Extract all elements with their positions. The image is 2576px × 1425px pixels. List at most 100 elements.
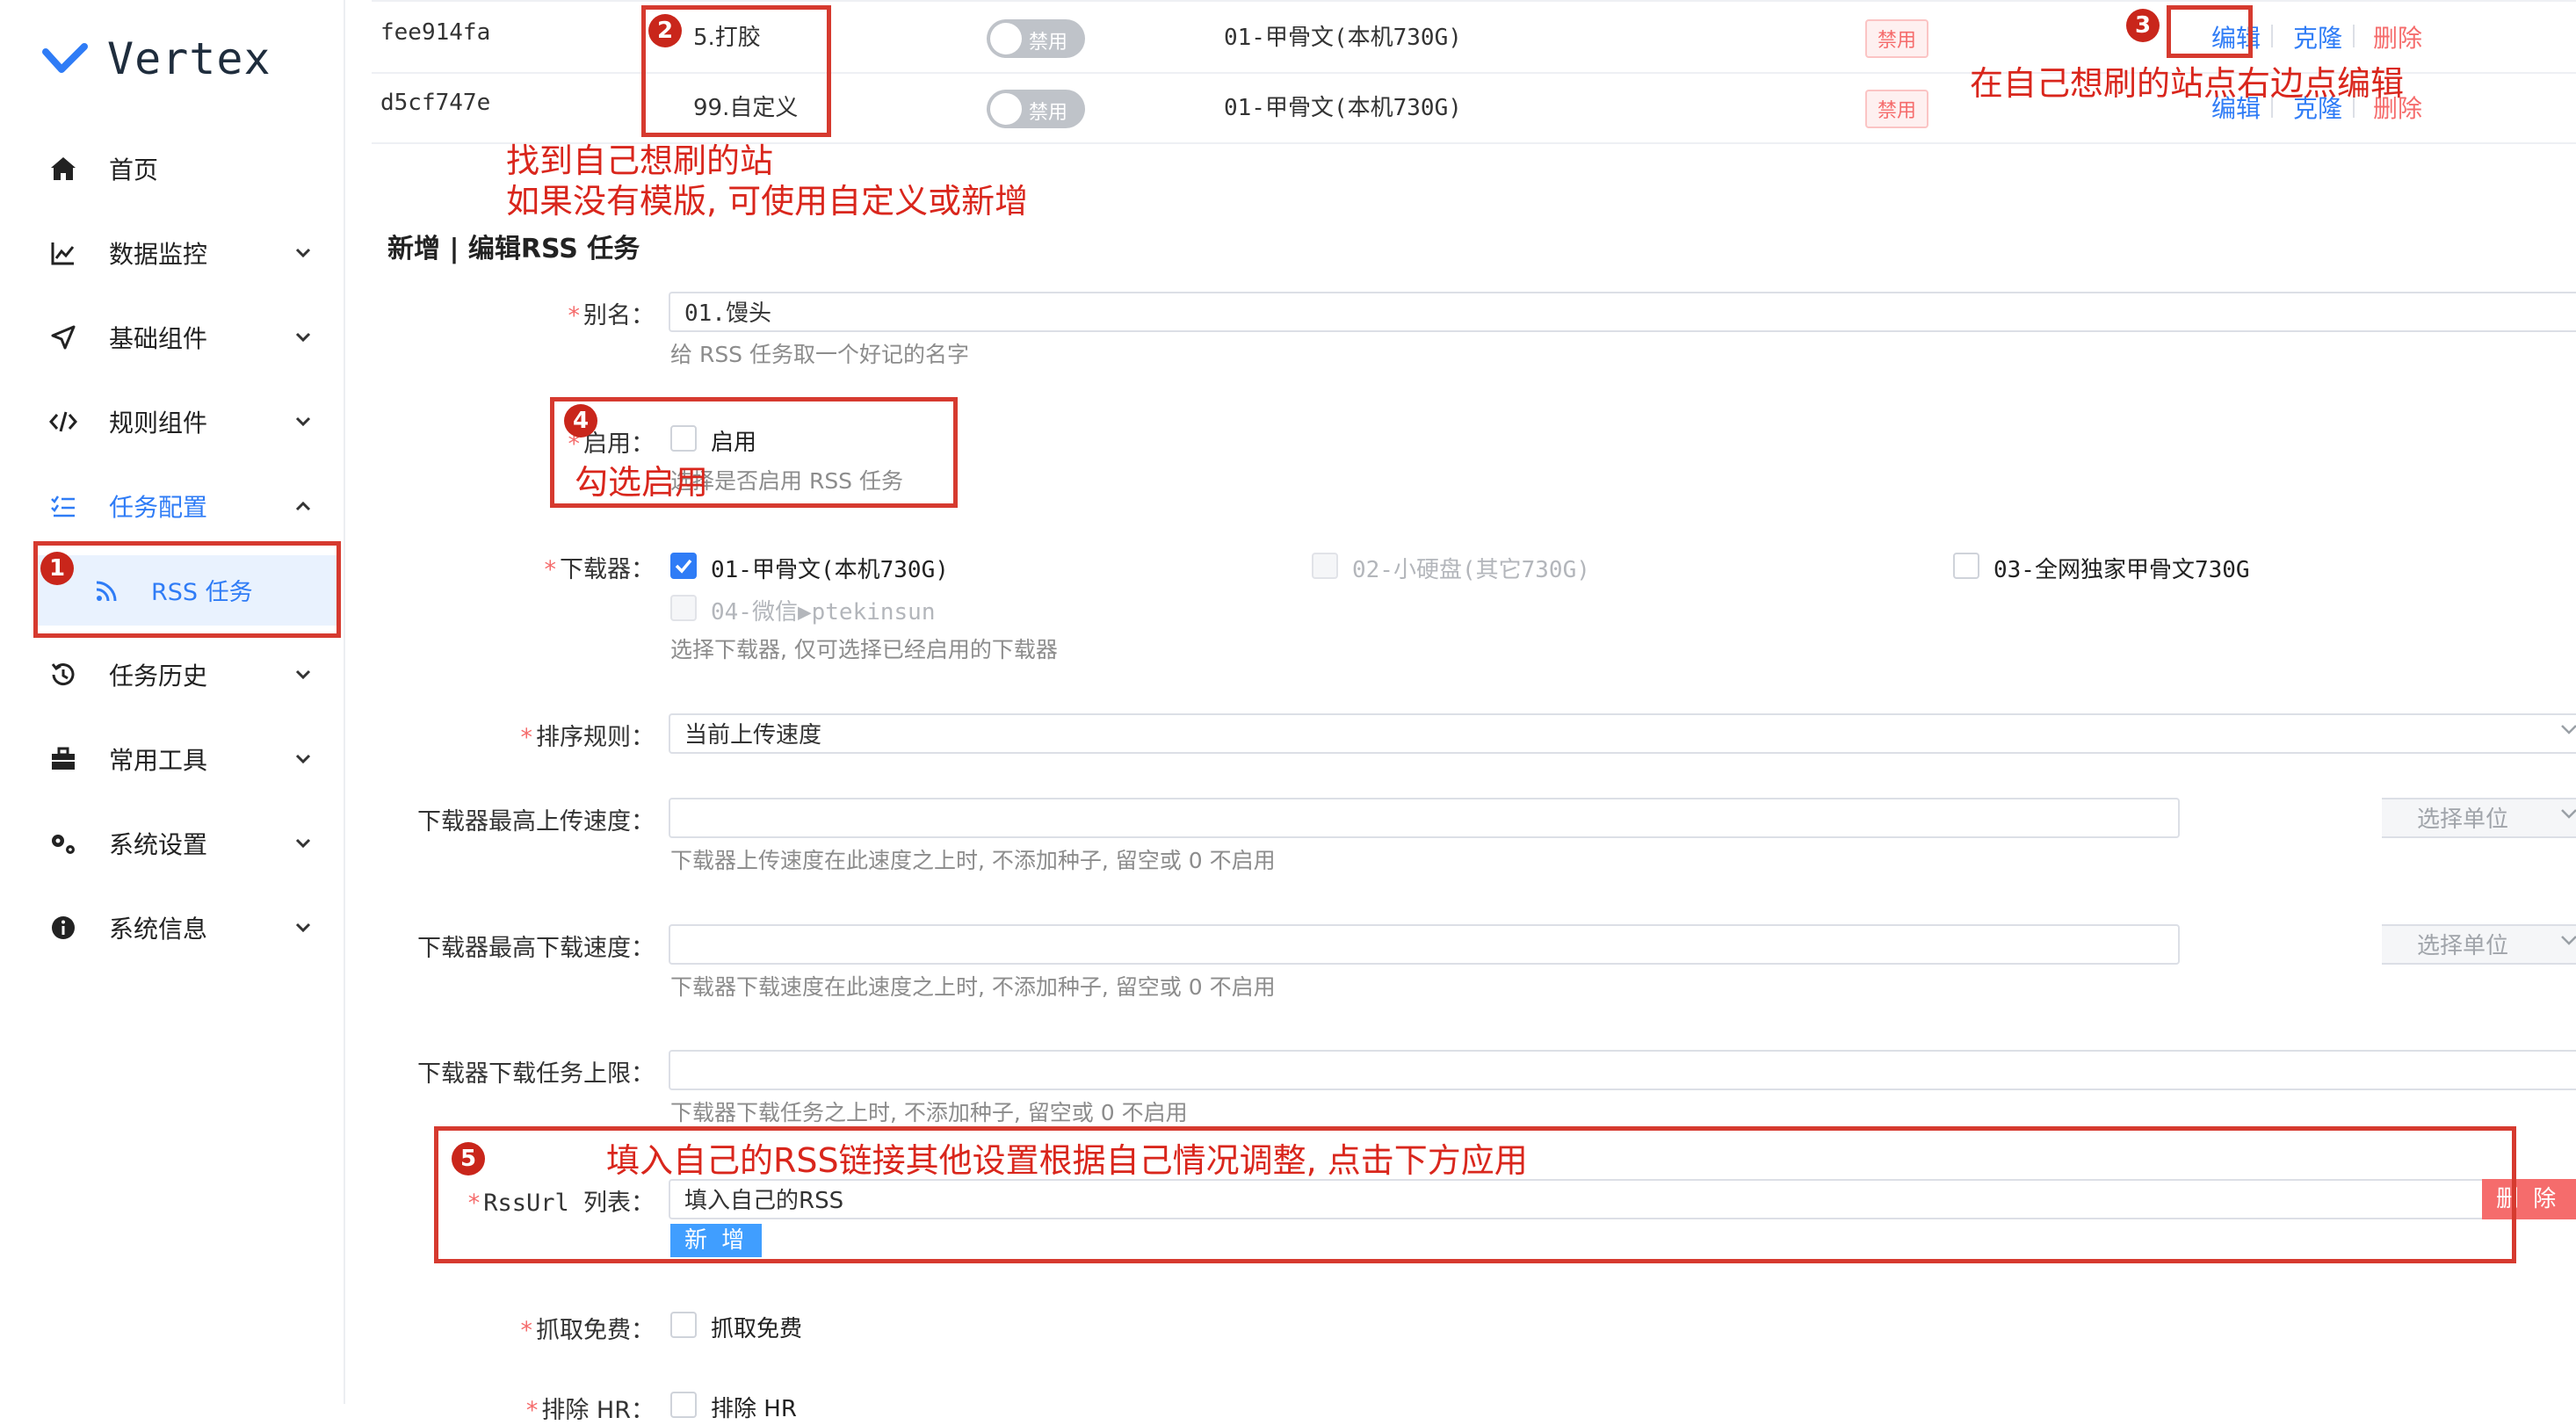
sidebar-item-system-info[interactable]: 系统信息 (0, 893, 344, 963)
exclude-hr-option-label: 排除 HR (711, 1396, 797, 1422)
sidebar-item-task-config[interactable]: 任务配置 (0, 471, 344, 541)
downloader-option-1: 01-甲骨文(本机730G) (711, 557, 949, 583)
downloader-checkbox-1[interactable] (670, 553, 697, 579)
downloader-option-3: 03-全网独家甲骨文730G (1994, 557, 2250, 583)
sidebar-item-tools[interactable]: 常用工具 (0, 724, 344, 794)
sidebar-item-label: 任务配置 (109, 493, 208, 522)
sort-value: 当前上传速度 (684, 722, 822, 749)
downloader-option-4: 04-微信▶ptekinsun (711, 599, 936, 626)
annotation-text-4: 勾选启用 (575, 463, 709, 502)
vertex-logo-icon (42, 43, 88, 73)
enable-toggle[interactable]: 禁用 (987, 90, 1085, 128)
chevron-down-icon (2559, 722, 2576, 739)
annotation-text-3: 在自己想刷的站点右边点编辑 (1970, 64, 2405, 103)
sidebar-item-settings[interactable]: 系统设置 (0, 808, 344, 879)
sidebar-item-label: 首页 (109, 156, 159, 184)
sidebar: Vertex 首页 数据监控 基础组件 规则组件 任务配置 RSS 任务 任务历… (0, 0, 345, 1404)
delete-link[interactable]: 删除 (2373, 19, 2422, 54)
downloader-checkbox-2[interactable] (1312, 553, 1338, 579)
toggle-knob (990, 23, 1022, 54)
max-download-input[interactable] (669, 924, 2180, 965)
sort-select[interactable]: 当前上传速度 (669, 713, 2576, 754)
list-check-icon (46, 488, 81, 524)
downloader-option-2: 02-小硬盘(其它730G) (1352, 557, 1590, 583)
sidebar-item-rule-components[interactable]: 规则组件 (0, 387, 344, 457)
downloader-name: 01-甲骨文(本机730G) (1224, 25, 1462, 51)
chevron-down-icon (290, 240, 316, 266)
sidebar-item-label: 任务历史 (109, 662, 208, 691)
max-download-label: 下载器最高下载速度： (417, 935, 655, 962)
downloader-checkbox-4[interactable] (670, 595, 697, 621)
sidebar-item-basic-components[interactable]: 基础组件 (0, 302, 344, 373)
downloader-checkbox-3[interactable] (1953, 553, 1979, 579)
status-badge: 禁用 (1865, 90, 1929, 128)
sidebar-item-task-history[interactable]: 任务历史 (0, 640, 344, 710)
alias-input[interactable]: 01.馒头 (669, 292, 2576, 332)
max-upload-label: 下载器最高上传速度： (417, 808, 655, 835)
annotation-number-5: 5 (452, 1142, 485, 1175)
code-icon (46, 404, 81, 439)
max-upload-unit-select[interactable]: 选择单位 (2382, 798, 2576, 838)
chevron-down-icon (290, 746, 316, 772)
divider (2353, 25, 2355, 47)
annotation-number-2: 2 (648, 14, 682, 47)
max-download-help: 下载器下载速度在此速度之上时, 不添加种子, 留空或 0 不启用 (670, 974, 1276, 1000)
sidebar-item-home[interactable]: 首页 (0, 134, 344, 204)
sidebar-item-label: 常用工具 (109, 746, 208, 775)
chevron-up-icon (290, 493, 316, 519)
sidebar-item-label: 规则组件 (109, 409, 208, 438)
annotation-number-3: 3 (2126, 9, 2160, 42)
max-download-unit-select[interactable]: 选择单位 (2382, 924, 2576, 965)
home-icon (46, 151, 81, 186)
downloader-help: 选择下载器, 仅可选择已经启用的下载器 (670, 637, 1058, 662)
sort-label: * 排序规则： (520, 724, 655, 751)
sidebar-item-label: 系统设置 (109, 830, 208, 859)
status-badge: 禁用 (1865, 19, 1929, 58)
max-upload-input[interactable] (669, 798, 2180, 838)
chevron-down-icon (2559, 807, 2576, 823)
form-title: 新增 | 编辑RSS 任务 (387, 234, 640, 264)
gears-icon (46, 826, 81, 861)
toggle-label: 禁用 (1029, 32, 1068, 54)
enable-toggle[interactable]: 禁用 (987, 19, 1085, 58)
task-id: fee914fa (380, 19, 491, 46)
toggle-knob (990, 93, 1022, 125)
max-tasks-help: 下载器下载任务之上时, 不添加种子, 留空或 0 不启用 (670, 1100, 1188, 1125)
check-icon (675, 559, 692, 574)
free-label: * 抓取免费： (520, 1317, 655, 1344)
downloader-name: 01-甲骨文(本机730G) (1224, 95, 1462, 121)
free-option-label: 抓取免费 (711, 1316, 803, 1342)
chevron-down-icon (290, 324, 316, 351)
task-id: d5cf747e (380, 90, 491, 116)
sidebar-item-label: 系统信息 (109, 915, 208, 944)
info-icon (46, 910, 81, 945)
downloader-label: * 下载器： (544, 556, 655, 583)
history-icon (46, 657, 81, 692)
annotation-box-3 (2167, 5, 2253, 58)
unit-placeholder: 选择单位 (2417, 807, 2509, 833)
alias-help: 给 RSS 任务取一个好记的名字 (670, 342, 970, 367)
chevron-down-icon (290, 830, 316, 857)
max-tasks-input[interactable] (669, 1050, 2576, 1090)
app-name: Vertex (107, 33, 271, 84)
chevron-down-icon (290, 915, 316, 941)
free-checkbox[interactable] (670, 1312, 697, 1338)
chevron-down-icon (290, 662, 316, 688)
annotation-number-1: 1 (40, 552, 74, 585)
max-tasks-label: 下载器下载任务上限： (417, 1060, 655, 1088)
clone-link[interactable]: 克隆 (2293, 19, 2342, 54)
exclude-hr-label: * 排除 HR： (525, 1397, 655, 1424)
toolbox-icon (46, 741, 81, 777)
annotation-box-1 (33, 541, 341, 638)
chevron-down-icon (290, 409, 316, 435)
send-icon (46, 320, 81, 355)
sidebar-item-label: 基础组件 (109, 324, 208, 353)
app-logo[interactable]: Vertex (42, 33, 271, 84)
divider (2271, 25, 2273, 47)
exclude-hr-checkbox[interactable] (670, 1392, 697, 1418)
unit-placeholder: 选择单位 (2417, 933, 2509, 959)
sidebar-item-monitor[interactable]: 数据监控 (0, 218, 344, 288)
annotation-number-4: 4 (564, 404, 597, 438)
sidebar-item-label: 数据监控 (109, 240, 208, 269)
toggle-label: 禁用 (1029, 102, 1068, 124)
